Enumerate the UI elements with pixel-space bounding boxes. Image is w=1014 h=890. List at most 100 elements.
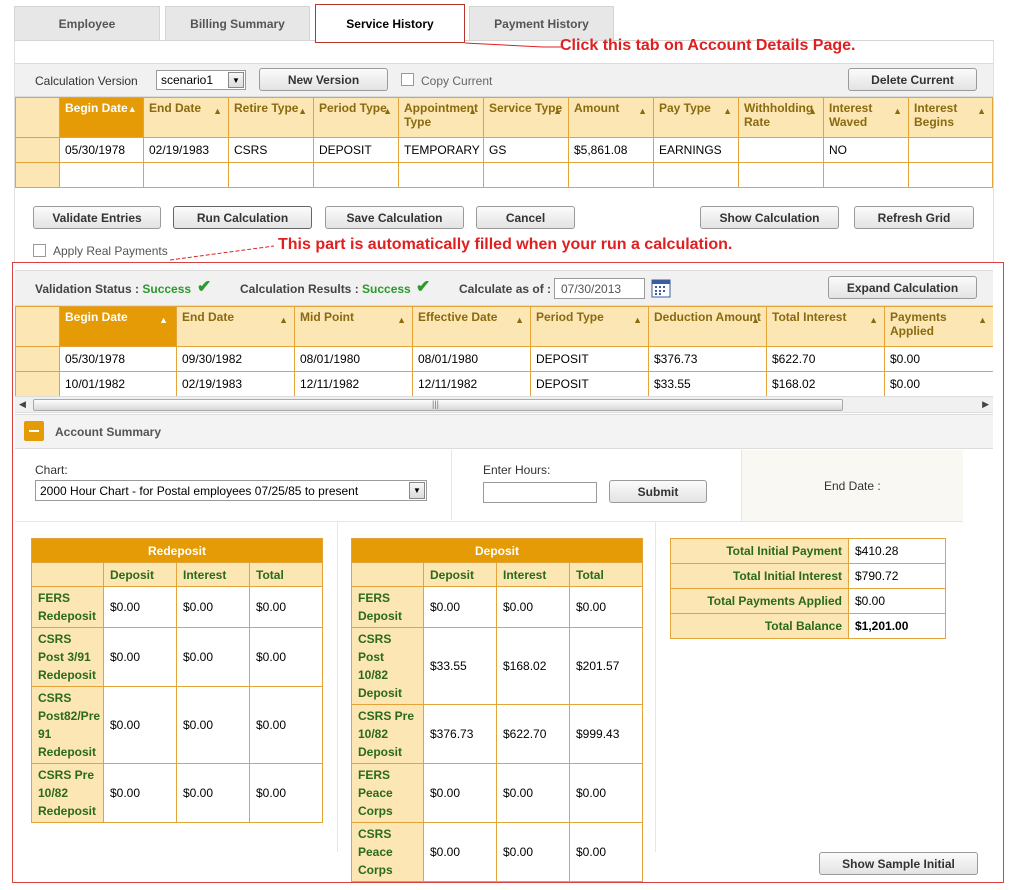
cancel-button[interactable]: Cancel [476,206,575,229]
column-amount[interactable]: Amount ▲ [568,97,654,138]
save-calculation-button[interactable]: Save Calculation [325,206,464,229]
cell[interactable] [483,162,569,188]
horizontal-scrollbar[interactable]: ◀ ||| ▶ [15,396,993,413]
column-period-type[interactable]: Period Type ▲ [530,306,649,347]
hours-input[interactable] [483,482,597,503]
account-summary-header[interactable] [15,414,993,449]
chevron-down-icon[interactable]: ▼ [228,72,244,88]
table-row: Total Payments Applied $0.00 [670,588,946,614]
success-check-icon: ✔ [416,277,431,296]
scroll-left-icon[interactable]: ◀ [19,399,26,410]
cell[interactable] [313,162,399,188]
cell[interactable]: DEPOSIT [313,137,399,163]
tab-service-history[interactable]: Service History [315,4,465,43]
cell: 09/30/1982 [176,346,295,372]
copy-current-checkbox[interactable] [401,73,414,86]
total-label: Total Initial Payment [670,538,849,564]
column-begin-date[interactable]: Begin Date▲ [59,97,144,138]
total-value: $790.72 [848,563,946,589]
column-mid-point[interactable]: Mid Point ▲ [294,306,413,347]
cell[interactable] [908,137,993,163]
row-selector[interactable] [15,346,60,372]
table-row[interactable]: 10/01/1982 02/19/1983 12/11/1982 12/11/1… [15,371,993,396]
cell[interactable]: GS [483,137,569,163]
expand-calculation-button[interactable]: Expand Calculation [828,276,977,299]
column-retire-type[interactable]: Retire Type ▲ [228,97,314,138]
chart-select[interactable]: 2000 Hour Chart - for Postal employees 0… [35,480,427,501]
tab-payment-history[interactable]: Payment History [469,6,614,41]
delete-current-button[interactable]: Delete Current [848,68,977,91]
cell: $168.02 [766,371,885,396]
calendar-icon[interactable] [651,278,671,298]
total-balance-value: $1,201.00 [848,613,946,639]
cell[interactable]: TEMPORARY [398,137,484,163]
column-period-type[interactable]: Period Type ▲ [313,97,399,138]
row-selector[interactable] [15,162,60,188]
version-select[interactable]: scenario1 ▼ [156,70,246,90]
column-total-interest[interactable]: Total Interest ▲ [766,306,885,347]
cell[interactable] [143,162,229,188]
cell[interactable] [653,162,739,188]
column-deduction-amount[interactable]: Deduction Amount ▲ [648,306,767,347]
column-interest-waved[interactable]: Interest Waved ▲ [823,97,909,138]
show-calculation-button[interactable]: Show Calculation [700,206,839,229]
cell[interactable] [228,162,314,188]
apply-real-payments-checkbox[interactable] [33,244,46,257]
collapse-icon[interactable] [24,421,44,441]
row-label: CSRS Post82/Pre 91 Redeposit [31,686,104,764]
cell[interactable]: EARNINGS [653,137,739,163]
row-selector[interactable] [15,371,60,396]
submit-button[interactable]: Submit [609,480,707,503]
calc-annotation: This part is automatically filled when y… [278,236,733,253]
column-service-type[interactable]: Service Type ▲ [483,97,569,138]
total-label: Total Initial Interest [670,563,849,589]
cell[interactable]: 02/19/1983 [143,137,229,163]
cell[interactable]: 05/30/1978 [59,137,144,163]
column-end-date[interactable]: End Date ▲ [143,97,229,138]
show-sample-initial-button[interactable]: Show Sample Initial [819,852,978,875]
tab-billing-summary[interactable]: Billing Summary [165,6,310,41]
cell[interactable] [738,137,824,163]
column-pay-type[interactable]: Pay Type ▲ [653,97,739,138]
tab-employee[interactable]: Employee [14,6,160,41]
cell[interactable] [568,162,654,188]
scrollbar-thumb[interactable]: ||| [33,399,843,411]
table-row: CSRS Post 10/82 Deposit $33.55 $168.02 $… [351,627,644,705]
cell: DEPOSIT [530,371,649,396]
validate-entries-button[interactable]: Validate Entries [33,206,161,229]
cell[interactable] [823,162,909,188]
new-version-button[interactable]: New Version [259,68,388,91]
row-selector[interactable] [15,137,60,163]
column-withholding-rate[interactable]: Withholding Rate ▲ [738,97,824,138]
column-payments-applied[interactable]: Payments Applied ▲ [884,306,993,347]
column-appointment-type[interactable]: Appointment Type ▲ [398,97,484,138]
table-row[interactable]: 05/30/1978 02/19/1983 CSRS DEPOSIT TEMPO… [15,137,993,163]
cell: $0.00 [423,763,497,823]
table-row[interactable]: 05/30/1978 09/30/1982 08/01/1980 08/01/1… [15,346,993,372]
column-interest-begins[interactable]: Interest Begins ▲ [908,97,993,138]
cell[interactable] [59,162,144,188]
refresh-grid-button[interactable]: Refresh Grid [854,206,974,229]
cell[interactable]: CSRS [228,137,314,163]
validation-status: Validation Status : Success [35,282,191,296]
table-row-empty[interactable] [15,162,993,188]
cell[interactable] [738,162,824,188]
row-label: FERS Redeposit [31,586,104,628]
column-effective-date[interactable]: Effective Date ▲ [412,306,531,347]
column-begin-date[interactable]: Begin Date▲ [59,306,177,347]
row-label: CSRS Post 10/82 Deposit [351,627,424,705]
table-row: FERS Deposit $0.00 $0.00 $0.00 [351,586,644,628]
calculate-as-of-input[interactable] [554,278,645,299]
cell[interactable] [908,162,993,188]
column-end-date[interactable]: End Date ▲ [176,306,295,347]
chevron-down-icon[interactable]: ▼ [409,482,425,499]
scroll-right-icon[interactable]: ▶ [982,399,989,410]
results-grid-viewport: Begin Date ▲ End Date ▲ Mid Point ▲ Effecti… [15,306,993,396]
run-calculation-button[interactable]: Run Calculation [173,206,312,229]
column-interest: Interest [496,562,570,587]
cell[interactable]: $5,861.08 [568,137,654,163]
service-grid-header: Begin Date▲ End Date ▲ Retire Type ▲ Perio… [15,97,993,138]
cell: $0.00 [568,822,644,882]
cell[interactable]: NO [823,137,909,163]
cell[interactable] [398,162,484,188]
